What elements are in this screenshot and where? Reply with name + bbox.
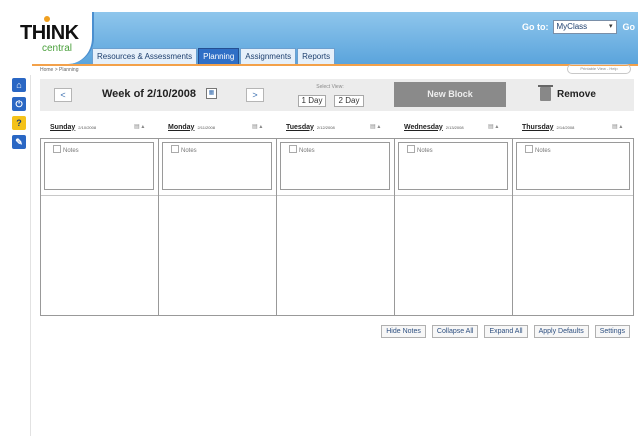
day-controls-icon[interactable]: ▤ ▴ [370, 123, 380, 130]
think-central-logo[interactable]: THINK central [12, 12, 94, 64]
day-column-tuesday[interactable]: Notes [276, 138, 394, 316]
chevron-down-icon: ▾ [608, 23, 613, 30]
notes-box[interactable]: Notes [44, 142, 154, 190]
expand-all-button[interactable]: Expand All [484, 325, 528, 338]
column-divider [395, 195, 512, 196]
trash-icon [538, 85, 553, 101]
column-divider [277, 195, 394, 196]
prev-week-button[interactable]: < [54, 88, 72, 102]
printable-help-pill[interactable]: Printable View - Help [567, 64, 631, 74]
day-column-thursday[interactable]: Notes [512, 138, 634, 316]
goto-selected-value: MyClass [556, 22, 588, 31]
day-date: 2/10/2008 [78, 124, 97, 130]
day-date: 2/14/2008 [556, 124, 575, 130]
day-column-sunday[interactable]: Notes [40, 138, 158, 316]
notes-box[interactable]: Notes [398, 142, 508, 190]
notes-label: Notes [171, 145, 197, 154]
power-icon[interactable]: ⏻ [12, 97, 26, 111]
apply-defaults-button[interactable]: Apply Defaults [533, 325, 589, 338]
column-divider [513, 195, 633, 196]
day-controls-icon[interactable]: ▤ ▴ [252, 123, 262, 130]
tab-reports[interactable]: Reports [297, 48, 336, 64]
column-divider [41, 195, 158, 196]
day-controls-icon[interactable]: ▤ ▴ [612, 123, 622, 130]
day-date: 2/11/2008 [197, 124, 215, 130]
help-icon[interactable]: ? [12, 116, 26, 130]
remove-button[interactable]: Remove [538, 85, 596, 101]
goto-select[interactable]: MyClass ▾ [552, 20, 617, 34]
header-divider [32, 64, 638, 66]
home-icon[interactable]: ⌂ [12, 78, 26, 92]
week-grid: Sunday 2/10/2008 ▤ ▴ Monday 2/11/2008 ▤ … [40, 117, 634, 316]
day-date: 2/13/2008 [445, 124, 464, 130]
day-name[interactable]: Wednesday [404, 124, 443, 131]
day-date: 2/12/2008 [316, 124, 335, 130]
calendar-icon[interactable]: ▦ [206, 88, 217, 99]
day-name[interactable]: Monday [168, 124, 194, 131]
tools-icon[interactable]: ✎ [12, 135, 26, 149]
day-column-wednesday[interactable]: Notes [394, 138, 512, 316]
notes-label: Notes [53, 145, 79, 154]
next-week-button[interactable]: > [246, 88, 264, 102]
goto-label: Go to: [522, 22, 549, 32]
tab-resources-assessments[interactable]: Resources & Assessments [92, 48, 198, 64]
notes-label: Notes [289, 145, 315, 154]
go-button[interactable]: Go [620, 21, 638, 33]
app-header: THINK central Resources & Assessments Pl… [12, 12, 638, 64]
planner-actions: Hide Notes Collapse All Expand All Apply… [375, 325, 630, 338]
view-1-day-button[interactable]: 1 Day [298, 95, 326, 107]
logo-subword: central [42, 43, 73, 54]
remove-label: Remove [557, 88, 596, 100]
planner-toolbar: < Week of 2/10/2008 ▦ > Select View: 1 D… [40, 79, 634, 111]
day-name[interactable]: Thursday [522, 124, 554, 131]
settings-button[interactable]: Settings [594, 325, 630, 338]
view-2-day-button[interactable]: 2 Day [334, 95, 364, 107]
notes-box[interactable]: Notes [280, 142, 390, 190]
breadcrumb[interactable]: Home > Planning [40, 67, 79, 73]
main-tabs: Resources & Assessments Planning Assignm… [92, 44, 336, 64]
day-name[interactable]: Tuesday [286, 124, 314, 131]
notes-label: Notes [525, 145, 551, 154]
sidebar: ⌂ ⏻ ? ✎ [12, 78, 26, 154]
select-view-label: Select View: [316, 84, 344, 90]
day-controls-icon[interactable]: ▤ ▴ [488, 123, 498, 130]
day-column-monday[interactable]: Notes [158, 138, 276, 316]
notes-box[interactable]: Notes [162, 142, 272, 190]
new-block-button[interactable]: New Block [394, 82, 506, 107]
logo-word: THINK [20, 22, 79, 44]
week-title: Week of 2/10/2008 [102, 88, 196, 100]
tab-planning[interactable]: Planning [198, 48, 240, 64]
goto-control: Go to: MyClass ▾ Go [522, 20, 638, 34]
day-controls-icon[interactable]: ▤ ▴ [134, 123, 144, 130]
hide-notes-button[interactable]: Hide Notes [381, 325, 426, 338]
notes-label: Notes [407, 145, 433, 154]
day-name[interactable]: Sunday [50, 124, 75, 131]
left-divider [30, 75, 31, 436]
tab-assignments[interactable]: Assignments [240, 48, 297, 64]
column-divider [159, 195, 276, 196]
notes-box[interactable]: Notes [516, 142, 630, 190]
collapse-all-button[interactable]: Collapse All [431, 325, 479, 338]
